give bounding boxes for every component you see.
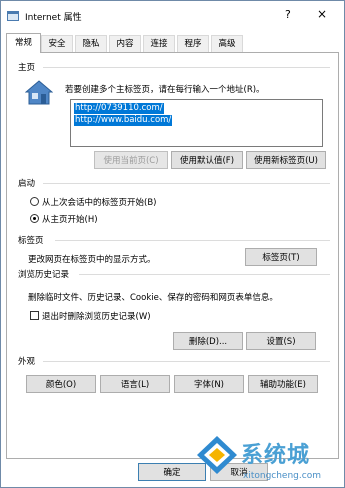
tab-connections[interactable]: 连接 [143,35,175,52]
startup-group-label: 启动 [18,179,36,189]
home-page-urls-textbox[interactable]: http://0739110.com/ http://www.baidu.com… [70,99,323,147]
tabs-description: 更改网页在标签页中的显示方式。 [28,255,156,265]
use-new-tab-button[interactable]: 使用新标签页(U) [246,151,326,169]
use-default-button[interactable]: 使用默认值(F) [171,151,243,169]
watermark-text: 系统城 [241,443,311,468]
tab-content[interactable]: 内容 [109,35,141,52]
accessibility-button[interactable]: 辅助功能(E) [248,375,318,393]
startup-last-session-radio[interactable] [30,197,39,206]
startup-last-session-label[interactable]: 从上次会话中的标签页开始(B) [42,196,156,208]
home-description: 若要创建多个主标签页，请在每行输入一个地址(R)。 [65,85,265,95]
delete-history-on-exit-checkbox[interactable] [30,311,39,320]
history-settings-button[interactable]: 设置(S) [246,332,316,350]
home-group-label: 主页 [18,63,36,73]
colors-button[interactable]: 颜色(O) [26,375,96,393]
tab-general[interactable]: 常规 [6,33,41,53]
tabs-settings-button[interactable]: 标签页(T) [245,248,317,266]
history-group-label: 浏览历史记录 [18,270,70,280]
help-button[interactable]: ? [285,8,291,21]
use-current-button[interactable]: 使用当前页(C) [94,151,168,169]
window-title: Internet 属性 [25,13,82,23]
watermark-url: xitongcheng.com [243,471,321,481]
home-house-icon [25,80,53,105]
tab-programs[interactable]: 程序 [177,35,209,52]
internet-properties-dialog: Internet 属性 ? × 常规 安全 隐私 内容 连接 程序 高级 主页 … [0,0,345,488]
tab-privacy[interactable]: 隐私 [75,35,107,52]
home-url-line: http://0739110.com/ [74,103,164,114]
delete-history-on-exit-label[interactable]: 退出时删除浏览历史记录(W) [42,310,151,322]
title-bar: Internet 属性 ? × [1,1,344,31]
history-group-divider [79,274,330,275]
fonts-button[interactable]: 字体(N) [174,375,244,393]
home-url-line: http://www.baidu.com/ [74,115,173,126]
appearance-group-divider [43,361,330,362]
watermark-logo-icon [197,436,237,474]
startup-home-page-label[interactable]: 从主页开始(H) [42,213,98,225]
tabs-group-divider [55,240,330,241]
history-description: 删除临时文件、历史记录、Cookie、保存的密码和网页表单信息。 [28,293,278,303]
languages-button[interactable]: 语言(L) [100,375,170,393]
appearance-group-label: 外观 [18,357,36,367]
delete-history-button[interactable]: 删除(D)... [173,332,243,350]
home-group-divider [43,67,330,68]
internet-options-icon [7,11,19,21]
general-tab-panel: 主页 若要创建多个主标签页，请在每行输入一个地址(R)。 http://0739… [6,52,339,459]
startup-group-divider [43,183,330,184]
tab-advanced[interactable]: 高级 [211,35,243,52]
tab-security[interactable]: 安全 [41,35,73,52]
tabs-group-label: 标签页 [18,236,44,246]
close-button[interactable]: × [317,7,327,21]
startup-home-page-radio[interactable] [30,214,39,223]
